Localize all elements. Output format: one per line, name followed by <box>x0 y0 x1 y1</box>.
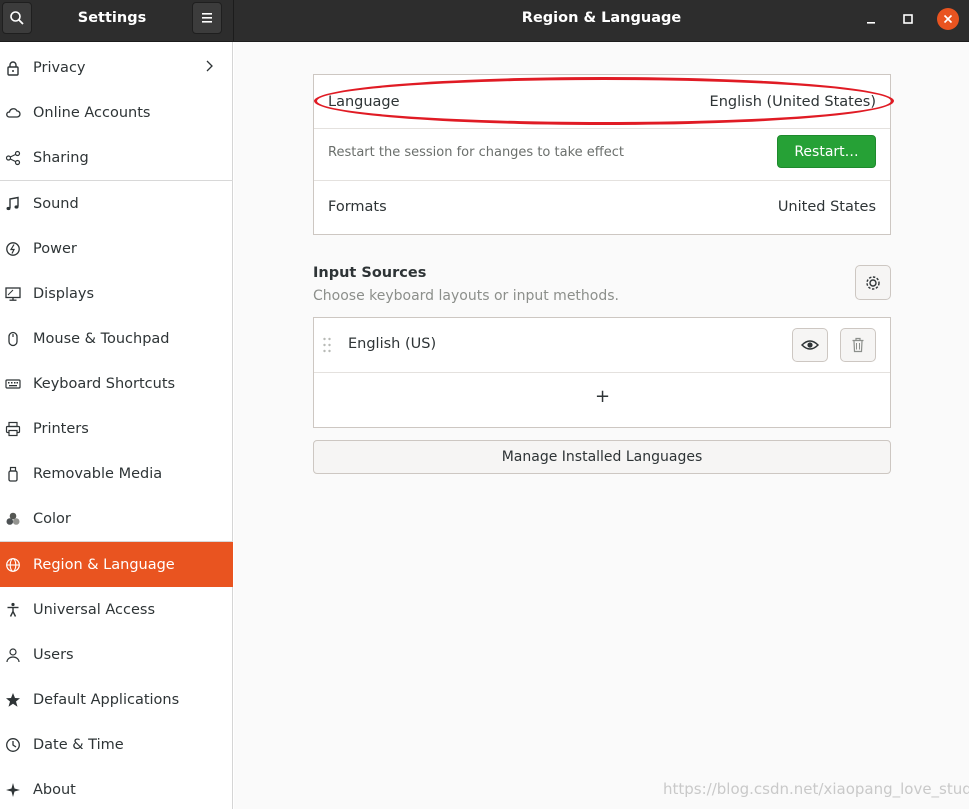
sidebar-item-label: Power <box>33 240 77 257</box>
search-button[interactable] <box>2 2 32 34</box>
cloud-icon <box>4 104 22 122</box>
close-button[interactable] <box>937 8 959 30</box>
sidebar-item-label: Sound <box>33 195 79 212</box>
hamburger-icon <box>202 13 212 23</box>
sidebar-item-label: Universal Access <box>33 601 156 618</box>
sidebar-item-label: Printers <box>33 420 89 437</box>
input-sources-subtitle: Choose keyboard layouts or input methods… <box>313 288 619 304</box>
search-icon <box>10 11 24 25</box>
sidebar-item-color[interactable]: Color <box>0 496 233 541</box>
gear-icon <box>866 275 880 290</box>
formats-label: Formats <box>328 199 387 215</box>
maximize-button[interactable] <box>897 8 919 30</box>
sidebar-item-removable-media[interactable]: Removable Media <box>0 451 233 496</box>
sidebar-item-label: Online Accounts <box>33 104 151 121</box>
sidebar-item-displays[interactable]: Displays <box>0 271 233 316</box>
sidebar-item-universal-access[interactable]: Universal Access <box>0 587 233 632</box>
header-bar: Settings Region & Language <box>0 0 969 42</box>
row-divider <box>314 372 890 373</box>
eye-icon <box>801 340 819 350</box>
sidebar-item-about[interactable]: About <box>0 767 233 809</box>
color-icon <box>4 510 22 528</box>
sidebar-item-default-applications[interactable]: Default Applications <box>0 677 233 722</box>
sidebar-item-power[interactable]: Power <box>0 226 233 271</box>
sidebar-item-label: Date & Time <box>33 736 124 753</box>
sidebar-item-label: Removable Media <box>33 465 163 482</box>
menu-button[interactable] <box>192 2 222 34</box>
sidebar-title: Settings <box>77 10 147 26</box>
main-panel: Language English (United States) Restart… <box>234 42 969 809</box>
globe-icon <box>4 556 22 574</box>
manage-installed-languages-button[interactable]: Manage Installed Languages <box>313 440 891 474</box>
add-input-source-button[interactable]: + <box>595 387 610 407</box>
sidebar-item-online-accounts[interactable]: Online Accounts <box>0 90 233 135</box>
sidebar-item-label: Region & Language <box>33 556 175 573</box>
watermark: https://blog.csdn.net/xiaopang_love_stud… <box>663 780 969 798</box>
minimize-button[interactable] <box>860 8 882 30</box>
usb-drive-icon <box>4 465 22 483</box>
share-icon <box>4 149 22 167</box>
clock-icon <box>4 736 22 754</box>
sidebar-item-printers[interactable]: Printers <box>0 406 233 451</box>
preview-layout-button[interactable] <box>792 328 828 362</box>
sidebar-item-label: Users <box>33 646 74 663</box>
sidebar-item-users[interactable]: Users <box>0 632 233 677</box>
about-icon <box>4 781 22 799</box>
sidebar-item-label: Default Applications <box>33 691 180 708</box>
sidebar-item-date-time[interactable]: Date & Time <box>0 722 233 767</box>
sidebar-item-label: Keyboard Shortcuts <box>33 375 176 392</box>
language-value[interactable]: English (United States) <box>710 94 876 110</box>
sidebar-item-mouse-touchpad[interactable]: Mouse & Touchpad <box>0 316 233 361</box>
users-icon <box>4 646 22 664</box>
maximize-icon <box>903 14 913 24</box>
sidebar-item-label: Displays <box>33 285 95 302</box>
row-divider <box>314 128 890 129</box>
accessibility-icon <box>4 601 22 619</box>
sidebar-item-region-language[interactable]: Region & Language <box>0 542 233 587</box>
power-icon <box>4 240 22 258</box>
chevron-right-icon <box>204 58 214 78</box>
lock-icon <box>4 59 22 77</box>
input-options-button[interactable] <box>855 265 891 300</box>
window-title: Region & Language <box>521 10 682 26</box>
printer-icon <box>4 420 22 438</box>
display-icon <box>4 285 22 303</box>
drag-handle-icon[interactable] <box>322 337 332 353</box>
sidebar-item-label: Sharing <box>33 149 89 166</box>
sidebar-item-label: About <box>33 781 76 798</box>
sidebar-item-keyboard-shortcuts[interactable]: Keyboard Shortcuts <box>0 361 233 406</box>
sidebar-item-label: Privacy <box>33 59 86 76</box>
restart-button[interactable]: Restart… <box>777 135 876 168</box>
remove-source-button[interactable] <box>840 328 876 362</box>
sidebar-item-sound[interactable]: Sound <box>0 181 233 226</box>
trash-icon <box>852 337 864 353</box>
close-icon <box>943 14 953 24</box>
sidebar-item-sharing[interactable]: Sharing <box>0 135 233 180</box>
music-note-icon <box>4 195 22 213</box>
keyboard-icon <box>4 375 22 393</box>
formats-value[interactable]: United States <box>778 199 876 215</box>
minimize-icon <box>867 22 875 24</box>
language-label: Language <box>328 94 400 110</box>
sidebar-item-label: Color <box>33 510 71 527</box>
input-sources-title: Input Sources <box>313 265 427 281</box>
sidebar-item-label: Mouse & Touchpad <box>33 330 170 347</box>
sidebar-item-privacy[interactable]: Privacy <box>0 45 233 90</box>
restart-note: Restart the session for changes to take … <box>328 145 624 160</box>
mouse-icon <box>4 330 22 348</box>
star-icon <box>4 691 22 709</box>
row-divider <box>314 180 890 181</box>
input-source-label: English (US) <box>348 336 437 352</box>
sidebar: Privacy Online Accounts Sharing Sound Po… <box>0 42 233 809</box>
